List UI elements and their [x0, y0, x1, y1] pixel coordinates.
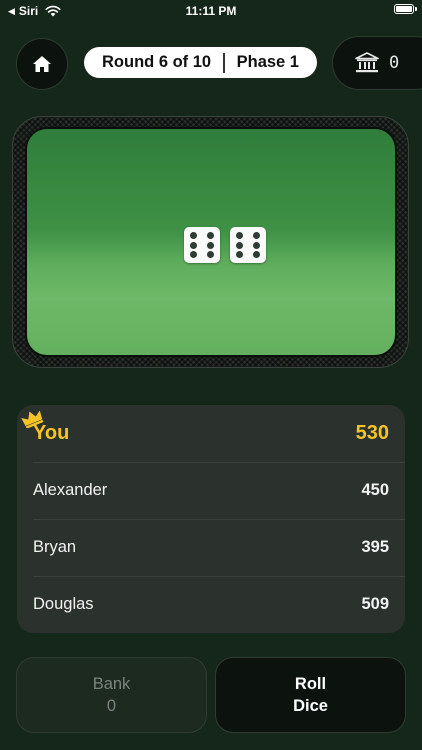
player-score: 509: [361, 595, 389, 613]
bank-button[interactable]: Bank 0: [16, 657, 207, 733]
die-pip: [236, 241, 243, 249]
dice-area: [184, 227, 266, 263]
home-button[interactable]: [16, 38, 68, 90]
round-divider: [223, 52, 225, 73]
die: [230, 227, 266, 263]
player-row: Alexander 450: [33, 462, 389, 519]
roll-button-label-line1: Roll: [294, 675, 327, 693]
die-pip: [190, 241, 197, 249]
player-score: 395: [361, 538, 389, 556]
player-name: Alexander: [33, 481, 108, 499]
bank-icon: [355, 52, 379, 73]
player-score: 450: [361, 481, 389, 499]
die-pip: [190, 232, 197, 239]
dice-table-felt: [25, 127, 397, 357]
battery-fill: [396, 6, 412, 12]
die-pip: [253, 232, 260, 239]
player-name: Bryan: [33, 538, 77, 556]
die-pip: [207, 251, 214, 258]
die-pip: [207, 241, 214, 249]
die-pip: [207, 232, 214, 239]
die-pip: [236, 251, 243, 258]
die-pip: [190, 251, 197, 258]
phase-label: Phase 1: [236, 53, 299, 71]
die-pip: [236, 232, 243, 239]
round-indicator: Round 6 of 10 Phase 1: [84, 47, 317, 78]
player-row: Douglas 509: [33, 576, 389, 633]
player-row-you: You 530: [33, 405, 389, 462]
die: [184, 227, 220, 263]
scoreboard: You 530 Alexander 450 Bryan 395 Douglas …: [17, 405, 405, 633]
player-name: You: [33, 422, 70, 444]
round-label: Round 6 of 10: [102, 53, 212, 71]
dice-table-rail: [12, 116, 409, 368]
bank-total-badge: 0: [332, 36, 422, 90]
roll-dice-button[interactable]: Roll Dice: [215, 657, 406, 733]
status-bar: ◀ Siri 11:11 PM: [0, 0, 422, 22]
player-score: 530: [355, 422, 389, 444]
status-time: 11:11 PM: [185, 4, 237, 18]
die-pip: [253, 241, 260, 249]
battery-icon: [394, 4, 417, 14]
player-name: Douglas: [33, 595, 94, 613]
bank-button-amount: 0: [106, 697, 117, 715]
bank-total-value: 0: [389, 53, 400, 73]
home-icon: [33, 56, 51, 72]
bank-button-label: Bank: [92, 675, 131, 693]
roll-button-label-line2: Dice: [293, 697, 328, 715]
die-pip: [253, 251, 260, 258]
player-row: Bryan 395: [33, 519, 389, 576]
